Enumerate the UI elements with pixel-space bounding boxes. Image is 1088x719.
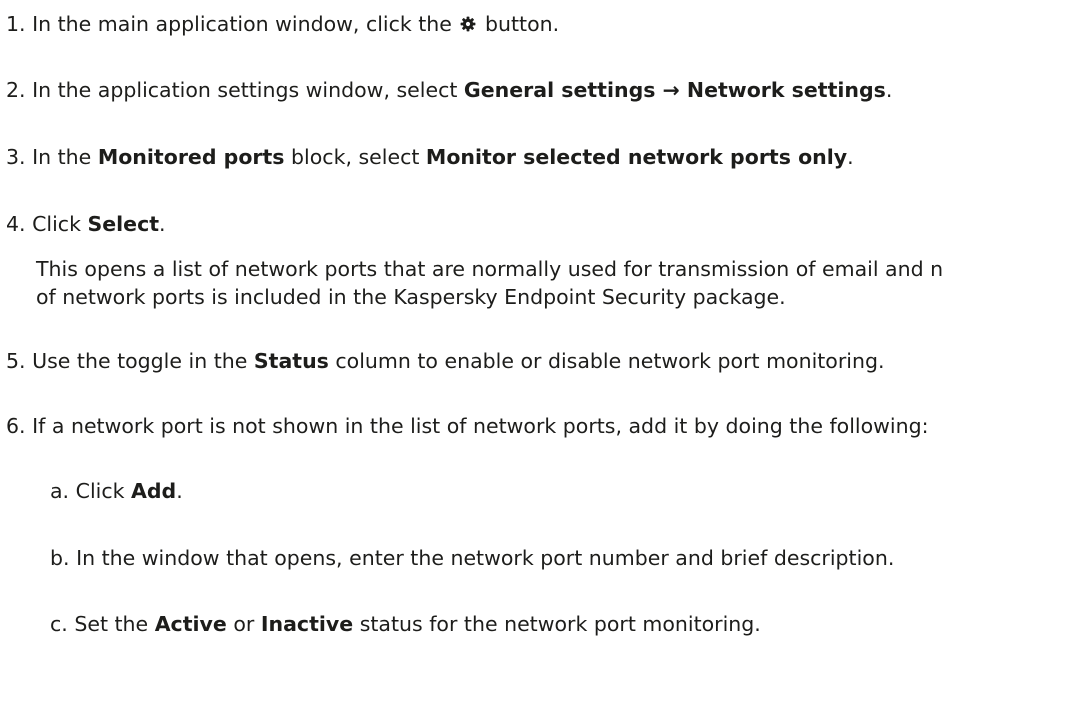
menu-path: General settings → Network settings — [463, 78, 886, 102]
step-3: 3. In the Monitored ports block, select … — [6, 143, 854, 171]
step-number: 2. — [6, 78, 26, 102]
substep-text: Click — [75, 479, 125, 503]
column-name: Status — [253, 349, 329, 373]
option-name: Monitor selected network ports only — [425, 145, 848, 169]
block-name: Monitored ports — [97, 145, 285, 169]
step-number: 4. — [6, 212, 26, 236]
substep-text: or — [233, 612, 255, 636]
step-text: In the — [32, 145, 92, 169]
step-4: 4. Click Select. — [6, 210, 166, 238]
substep-text: . — [176, 479, 183, 503]
substep-a: a. Click Add. — [50, 477, 183, 505]
step-text: column to enable or disable network port… — [335, 349, 885, 373]
step-number: 6. — [6, 414, 26, 438]
substep-b: b. In the window that opens, enter the n… — [50, 544, 894, 572]
button-name: Add — [131, 479, 177, 503]
step-text: . — [885, 78, 893, 102]
step-1: 1. In the main application window, click… — [6, 10, 559, 38]
substep-text: Set the — [74, 612, 149, 636]
step-4-note-line-2: of network ports is included in the Kasp… — [36, 285, 786, 309]
step-number: 5. — [6, 349, 26, 373]
step-6: 6. If a network port is not shown in the… — [6, 412, 929, 440]
step-number: 3. — [6, 145, 26, 169]
step-2: 2. In the application settings window, s… — [6, 76, 892, 104]
status-inactive: Inactive — [260, 612, 354, 636]
substep-letter: a. — [50, 479, 70, 503]
gear-icon — [460, 11, 476, 32]
button-name: Select — [87, 212, 160, 236]
step-number: 1. — [6, 12, 26, 36]
substep-text: In the window that opens, enter the netw… — [76, 546, 895, 570]
substep-text: status for the network port monitoring. — [359, 612, 761, 636]
status-active: Active — [154, 612, 227, 636]
substep-letter: c. — [50, 612, 68, 636]
step-text: . — [159, 212, 166, 236]
step-5: 5. Use the toggle in the Status column t… — [6, 347, 885, 375]
step-text: In the application settings window, sele… — [32, 78, 458, 102]
step-text: In the main application window, click th… — [32, 12, 452, 36]
step-text: Click — [32, 212, 81, 236]
substep-letter: b. — [50, 546, 70, 570]
step-text: Use the toggle in the — [32, 349, 248, 373]
substep-c: c. Set the Active or Inactive status for… — [50, 610, 761, 638]
step-text: If a network port is not shown in the li… — [32, 414, 929, 438]
step-text: . — [847, 145, 854, 169]
step-text: block, select — [291, 145, 420, 169]
step-4-note-line-1: This opens a list of network ports that … — [36, 257, 944, 281]
step-text: button. — [484, 12, 560, 36]
